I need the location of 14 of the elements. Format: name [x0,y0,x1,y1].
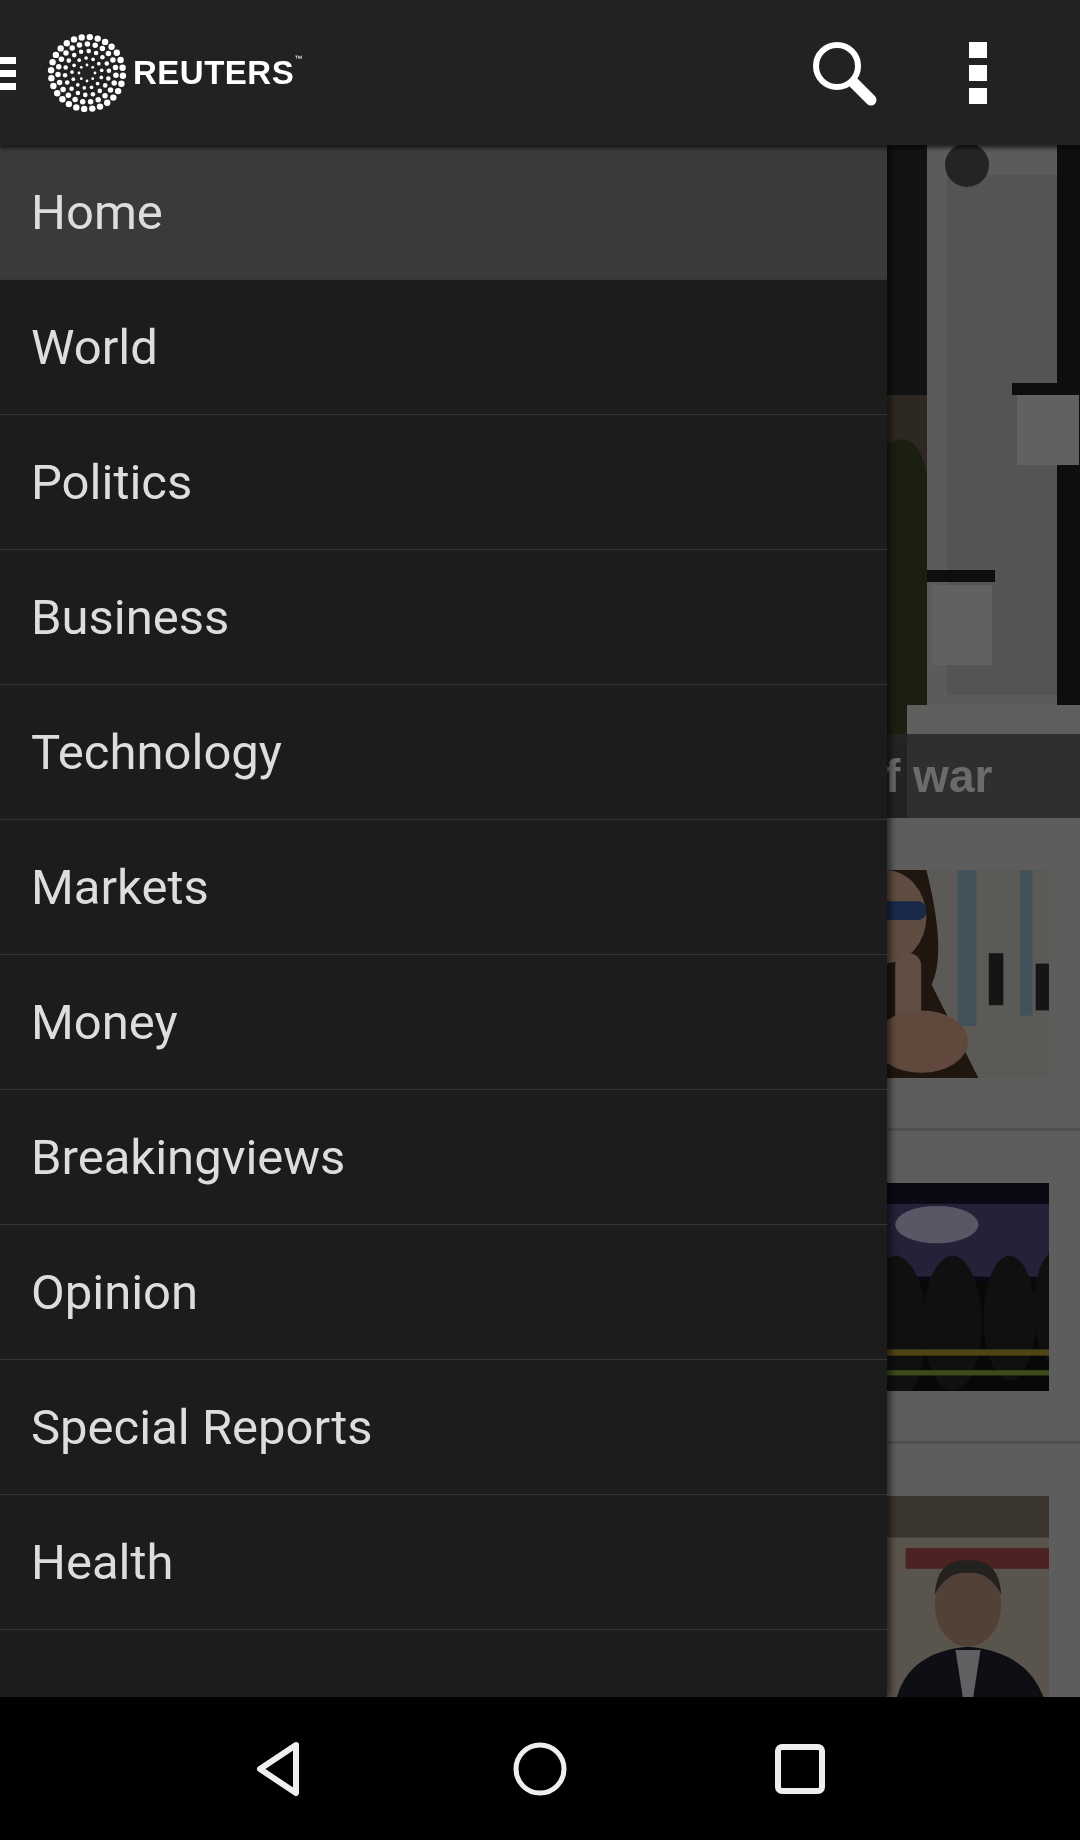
more-options-icon[interactable] [969,41,987,104]
drawer-menu-item[interactable]: Special Reports [0,1360,887,1495]
drawer-menu-item[interactable]: Health [0,1495,887,1630]
dotted-circle-logo-icon [47,32,127,113]
drawer-menu-item[interactable]: World [0,280,887,415]
drawer-menu-item[interactable]: Home [0,145,887,280]
app-logo-text: REUTERS$^{™}$ [133,53,303,92]
drawer-menu-item[interactable]: Politics [0,415,887,550]
drawer-menu-item[interactable]: Opinion [0,1225,887,1360]
drawer-menu-item[interactable]: Money [0,955,887,1090]
drawer-menu-item[interactable]: Technology [0,685,887,820]
drawer-menu-item[interactable]: Breakingviews [0,1090,887,1225]
drawer-menu-item[interactable]: Business [0,550,887,685]
drawer-menu-item[interactable]: Markets [0,820,887,955]
